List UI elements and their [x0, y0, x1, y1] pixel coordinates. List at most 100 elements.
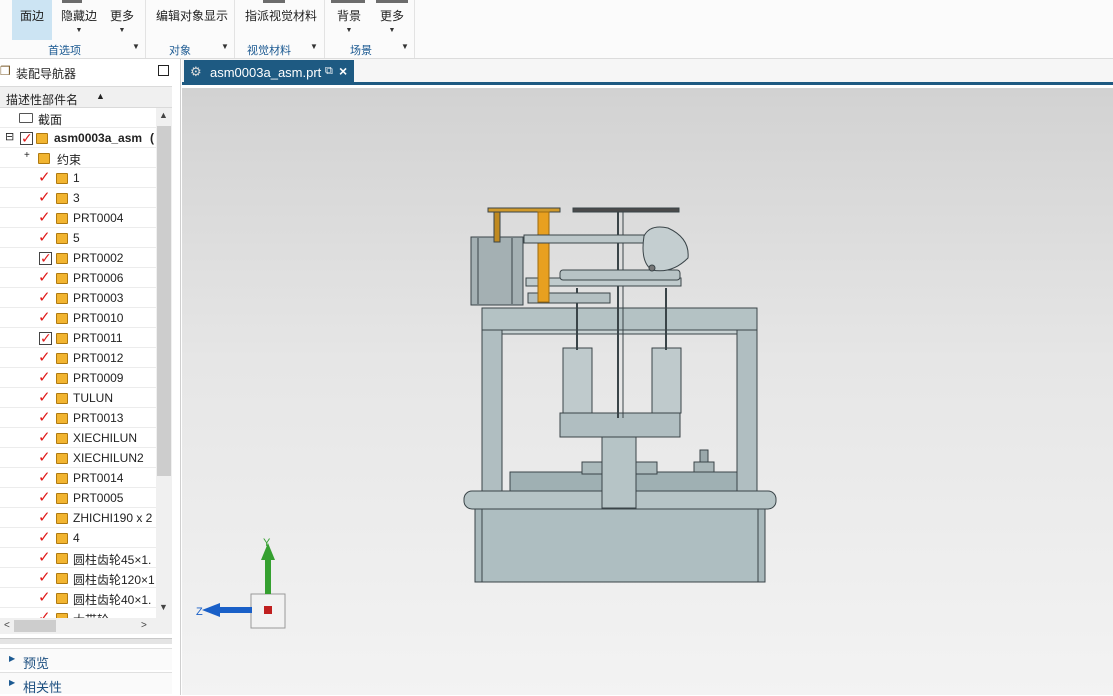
- visibility-check-icon[interactable]: ✓: [38, 610, 51, 618]
- z-axis-label: Z: [196, 606, 203, 618]
- part-icon: [56, 593, 68, 604]
- visibility-check-icon[interactable]: ✓: [38, 490, 51, 505]
- visibility-checkbox[interactable]: ✓: [39, 330, 52, 346]
- group-expand-icon[interactable]: ▼: [221, 42, 229, 51]
- group-expand-icon[interactable]: ▼: [132, 42, 140, 51]
- visibility-check-icon[interactable]: ✓: [38, 570, 51, 585]
- scroll-right-icon[interactable]: >: [141, 620, 147, 631]
- ribbon-group-scene: 背景 ▼ 更多 ▼ 场景 ▼: [325, 0, 415, 58]
- visibility-check-icon[interactable]: ✓: [38, 550, 51, 565]
- face-edge-button[interactable]: 面边: [12, 0, 52, 40]
- scroll-thumb[interactable]: [14, 620, 56, 632]
- visibility-check-icon[interactable]: ✓: [38, 530, 51, 545]
- tree-row-part[interactable]: ✓ PRT0004: [0, 208, 156, 228]
- preview-panel[interactable]: ▶ 预览: [0, 648, 172, 671]
- panel-splitter[interactable]: [0, 638, 172, 644]
- hide-edge-button[interactable]: 隐藏边 ▼: [58, 0, 100, 40]
- tree-row-part[interactable]: ✓ PRT0005: [0, 488, 156, 508]
- tree-row-section[interactable]: 截面: [0, 108, 156, 128]
- visibility-check-icon[interactable]: ✓: [38, 270, 51, 285]
- part-label: 圆柱齿轮120×1: [73, 573, 155, 587]
- tree-row-part[interactable]: ✓ PRT0006: [0, 268, 156, 288]
- scene-more-button[interactable]: 更多 ▼: [375, 0, 409, 40]
- tree-row-part[interactable]: ✓ ZHICHI190 x 2: [0, 508, 156, 528]
- assign-visual-material-label: 指派视觉材料: [245, 9, 318, 23]
- tree-row-root[interactable]: ⊟ ✓ asm0003a_asm (: [0, 128, 156, 148]
- dependencies-panel[interactable]: ▶ 相关性: [0, 672, 172, 695]
- collapse-icon[interactable]: ⊟: [5, 130, 14, 143]
- tree-row-part[interactable]: ✓ XIECHILUN: [0, 428, 156, 448]
- tree-row-constraints[interactable]: + 约束: [0, 148, 156, 168]
- tree-row-part[interactable]: ✓ TULUN: [0, 388, 156, 408]
- scroll-up-icon[interactable]: ▲: [159, 110, 168, 120]
- part-label: PRT0012: [73, 351, 124, 365]
- expand-icon[interactable]: +: [24, 150, 30, 161]
- tree-row-part[interactable]: ✓ PRT0002: [0, 248, 156, 268]
- more-button[interactable]: 更多 ▼: [106, 0, 138, 40]
- visibility-check-icon[interactable]: ✓: [38, 230, 51, 245]
- scroll-down-icon[interactable]: ▼: [159, 602, 168, 612]
- visibility-check-icon[interactable]: ✓: [38, 510, 51, 525]
- horizontal-scrollbar[interactable]: < >: [0, 618, 172, 634]
- tree-row-part[interactable]: ✓ 3: [0, 188, 156, 208]
- visibility-checkbox[interactable]: ✓: [20, 130, 33, 146]
- column-header[interactable]: 描述性部件名 ▲: [0, 86, 172, 108]
- background-button[interactable]: 背景 ▼: [331, 0, 367, 40]
- constraints-icon: [38, 153, 50, 164]
- visibility-check-icon[interactable]: ✓: [38, 390, 51, 405]
- tree-row-part[interactable]: ✓ 5: [0, 228, 156, 248]
- tree-row-part[interactable]: ✓ PRT0011: [0, 328, 156, 348]
- group-expand-icon[interactable]: ▼: [401, 42, 409, 51]
- visibility-check-icon[interactable]: ✓: [38, 170, 51, 185]
- face-edge-label: 面边: [19, 9, 44, 23]
- visibility-check-icon[interactable]: ✓: [38, 450, 51, 465]
- part-icon: [56, 353, 68, 364]
- group-label-object: 对象: [169, 45, 191, 57]
- tree-row-part[interactable]: ✓ 大带轮: [0, 608, 156, 618]
- visibility-check-icon[interactable]: ✓: [38, 470, 51, 485]
- popout-icon[interactable]: ⧉: [325, 65, 333, 78]
- part-icon: [56, 453, 68, 464]
- part-label: PRT0006: [73, 271, 124, 285]
- edit-object-display-button[interactable]: 编辑对象显示: [156, 0, 228, 40]
- visibility-check-icon[interactable]: ✓: [38, 350, 51, 365]
- assign-visual-material-button[interactable]: 指派视觉材料: [245, 0, 317, 40]
- visibility-checkbox[interactable]: ✓: [39, 250, 52, 266]
- part-icon: [56, 553, 68, 564]
- part-label: TULUN: [73, 391, 114, 405]
- scroll-left-icon[interactable]: <: [4, 620, 10, 631]
- visibility-check-icon[interactable]: ✓: [38, 430, 51, 445]
- tree-row-part[interactable]: ✓ PRT0014: [0, 468, 156, 488]
- tree-row-part[interactable]: ✓ PRT0010: [0, 308, 156, 328]
- scroll-thumb[interactable]: [157, 126, 171, 476]
- tree-row-part[interactable]: ✓ PRT0009: [0, 368, 156, 388]
- visibility-check-icon[interactable]: ✓: [38, 590, 51, 605]
- tree-row-part[interactable]: ✓ 圆柱齿轮120×1: [0, 568, 156, 588]
- visibility-check-icon[interactable]: ✓: [38, 290, 51, 305]
- tree-row-part[interactable]: ✓ XIECHILUN2: [0, 448, 156, 468]
- tree-row-part[interactable]: ✓ PRT0012: [0, 348, 156, 368]
- visibility-check-icon[interactable]: ✓: [38, 310, 51, 325]
- group-expand-icon[interactable]: ▼: [310, 42, 318, 51]
- group-label-scene: 场景: [350, 45, 372, 57]
- tree-row-part[interactable]: ✓ 圆柱齿轮45×1.: [0, 548, 156, 568]
- tree-row-part[interactable]: ✓ PRT0013: [0, 408, 156, 428]
- tree-row-part[interactable]: ✓ 4: [0, 528, 156, 548]
- part-label: PRT0013: [73, 411, 124, 425]
- visibility-check-icon[interactable]: ✓: [38, 370, 51, 385]
- visibility-check-icon[interactable]: ✓: [38, 410, 51, 425]
- vertical-scrollbar[interactable]: ▲ ▼: [156, 108, 172, 618]
- part-icon: [56, 533, 68, 544]
- model-canvas[interactable]: Y Z: [182, 88, 1113, 695]
- part-label: PRT0014: [73, 471, 124, 485]
- tab-asm-file[interactable]: ⚙ asm0003a_asm.prt ⧉ ×: [184, 60, 354, 85]
- part-label: PRT0011: [73, 331, 123, 345]
- tree-row-part[interactable]: ✓ PRT0003: [0, 288, 156, 308]
- tree-row-part[interactable]: ✓ 圆柱齿轮40×1.: [0, 588, 156, 608]
- visibility-check-icon[interactable]: ✓: [38, 210, 51, 225]
- model-viewport[interactable]: Y Z: [182, 88, 1113, 695]
- visibility-check-icon[interactable]: ✓: [38, 190, 51, 205]
- close-icon[interactable]: ×: [339, 63, 347, 79]
- maximize-icon[interactable]: [158, 65, 169, 76]
- tree-row-part[interactable]: ✓ 1: [0, 168, 156, 188]
